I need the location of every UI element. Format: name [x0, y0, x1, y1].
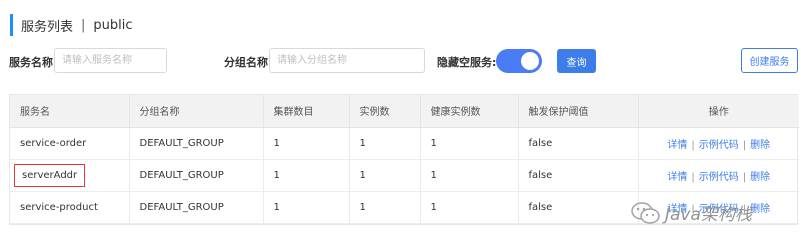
column-header: 实例数	[349, 95, 421, 128]
group-cell: DEFAULT_GROUP	[129, 127, 264, 160]
clusters-cell: 1	[263, 191, 350, 224]
column-header: 服务名	[10, 95, 130, 128]
wechat-icon	[631, 201, 660, 224]
service-name-label: 服务名称	[9, 56, 53, 69]
hide-empty-toggle[interactable]	[496, 49, 542, 73]
watermark: Java架构栈	[631, 200, 752, 225]
instances-cell: 1	[349, 191, 421, 224]
sample-code-link[interactable]: 示例代码	[699, 140, 739, 151]
page-title: 服务列表 | public	[10, 14, 133, 36]
toggle-knob	[521, 52, 539, 70]
actions-cell: 详情 | 示例代码 | 删除	[638, 159, 799, 192]
clusters-cell: 1	[263, 159, 350, 192]
action-separator: |	[742, 171, 747, 183]
detail-link[interactable]: 详情	[667, 172, 687, 183]
table-row: serverAddr DEFAULT_GROUP 1 1 1 false 详情 |…	[10, 159, 799, 192]
title-separator: |	[81, 17, 86, 33]
watermark-text: Java架构栈	[665, 205, 752, 225]
column-header: 集群数目	[263, 95, 350, 128]
action-separator: |	[691, 171, 695, 183]
column-header: 健康实例数	[420, 95, 519, 128]
action-separator: |	[742, 139, 747, 151]
page-title-text: 服务列表	[21, 19, 74, 35]
threshold-cell: false	[518, 159, 639, 192]
detail-link[interactable]: 详情	[667, 140, 687, 151]
table-row: service-order DEFAULT_GROUP 1 1 1 false …	[10, 127, 799, 160]
service-name-cell: serverAddr	[10, 159, 130, 192]
table-header-row: 服务名 分组名称 集群数目 实例数 健康实例数 触发保护阈值 操作	[10, 95, 799, 128]
healthy-cell: 1	[420, 191, 519, 224]
delete-link[interactable]: 删除	[750, 140, 770, 151]
query-button[interactable]: 查询	[557, 49, 596, 73]
group-name-label: 分组名称	[224, 56, 268, 69]
instances-cell: 1	[349, 127, 421, 160]
instances-cell: 1	[349, 159, 421, 192]
healthy-cell: 1	[420, 127, 519, 160]
create-service-button[interactable]: 创建服务	[741, 48, 798, 73]
clusters-cell: 1	[263, 127, 350, 160]
threshold-cell: false	[518, 191, 639, 224]
actions-cell: 详情 | 示例代码 | 删除	[638, 127, 799, 160]
healthy-cell: 1	[420, 159, 519, 192]
delete-link[interactable]: 删除	[750, 172, 770, 183]
group-cell: DEFAULT_GROUP	[129, 191, 264, 224]
service-name-cell: service-product	[10, 191, 130, 224]
delete-link[interactable]: 删除	[750, 204, 770, 215]
highlighted-service-name: serverAddr	[14, 163, 86, 187]
hide-empty-label: 隐藏空服务:	[437, 56, 497, 69]
column-header: 触发保护阈值	[518, 95, 639, 128]
action-separator: |	[691, 139, 695, 151]
threshold-cell: false	[518, 127, 639, 160]
sample-code-link[interactable]: 示例代码	[699, 172, 739, 183]
group-name-input[interactable]	[269, 48, 425, 73]
namespace-label: public	[93, 17, 133, 33]
filter-bar: 服务名称 分组名称 隐藏空服务: 查询 创建服务	[0, 48, 804, 74]
service-name-cell: service-order	[10, 127, 130, 160]
column-header: 分组名称	[129, 95, 264, 128]
column-header: 操作	[638, 95, 799, 128]
service-name-input[interactable]	[54, 48, 167, 73]
group-cell: DEFAULT_GROUP	[129, 159, 264, 192]
